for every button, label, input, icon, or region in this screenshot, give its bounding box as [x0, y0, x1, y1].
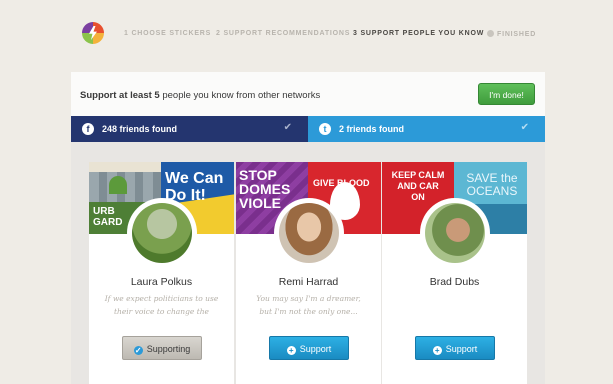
plus-icon: + [286, 346, 296, 355]
button-label: Support [445, 344, 478, 354]
avatar[interactable] [420, 198, 490, 268]
avatar-photo [425, 203, 485, 263]
twitter-icon: t [319, 123, 331, 135]
instruction-text: Support at least 5 people you know from … [80, 90, 320, 101]
done-button[interactable]: I'm done! [478, 83, 535, 105]
friend-card: URB GARD We Can Do It! Laura Polkus If w… [89, 162, 234, 384]
instruction-rest: people you know from other networks [159, 90, 321, 101]
friend-card: KEEP CALM AND CAR ON SAVE the OCEANS Bra… [382, 162, 527, 384]
main-panel: Support at least 5 people you know from … [71, 72, 545, 384]
friend-quote: You may say I'm a dreamer, but I'm not t… [256, 294, 361, 316]
avatar-photo [279, 203, 339, 263]
panel-header: Support at least 5 people you know from … [71, 72, 545, 116]
step-finished[interactable]: FINISHED [487, 30, 536, 38]
progress-steps: 1 CHOOSE STICKERS 2 SUPPORT RECOMMENDATI… [0, 30, 613, 42]
friend-card: STOP DOMES VIOLE GIVE BLOOD LIFE Remi Ha… [236, 162, 381, 384]
facebook-icon: f [82, 123, 94, 135]
friend-quote: If we expect politicians to use their vo… [104, 294, 219, 316]
step-finished-label: FINISHED [497, 31, 537, 38]
twitter-count: 2 friends found [339, 124, 404, 134]
check-circle-icon [487, 30, 494, 37]
avatar-photo [132, 203, 192, 263]
checkmark-icon: ✔ [520, 122, 529, 133]
sticker-left-text: URB GARD [93, 206, 123, 228]
sticker-left-text: KEEP CALM AND CAR ON [391, 170, 445, 202]
support-button[interactable]: + Support [415, 336, 495, 360]
sticker-right-text: We Can Do It! [165, 170, 224, 204]
sticker-right-text: SAVE the OCEANS [466, 171, 518, 198]
friend-name[interactable]: Brad Dubs [382, 276, 527, 288]
facebook-count: 248 friends found [102, 124, 178, 134]
tab-twitter[interactable]: t 2 friends found ✔ [308, 116, 545, 142]
support-button[interactable]: + Support [269, 336, 349, 360]
friend-name[interactable]: Remi Harrad [236, 276, 381, 288]
plus-icon: + [432, 346, 442, 355]
avatar[interactable] [127, 198, 197, 268]
button-label: Support [299, 344, 332, 354]
avatar[interactable] [274, 198, 344, 268]
check-icon: ✓ [133, 346, 143, 355]
step-support-recommendations[interactable]: 2 SUPPORT RECOMMENDATIONS [216, 30, 350, 37]
instruction-bold: Support at least 5 [80, 90, 160, 101]
network-tabs: f 248 friends found ✔ t 2 friends found … [71, 116, 545, 142]
tab-facebook[interactable]: f 248 friends found ✔ [71, 116, 308, 142]
step-choose-stickers[interactable]: 1 CHOOSE STICKERS [124, 30, 211, 37]
step-support-people[interactable]: 3 SUPPORT PEOPLE YOU KNOW [353, 30, 484, 37]
checkmark-icon: ✔ [283, 122, 292, 133]
supporting-button[interactable]: ✓ Supporting [122, 336, 202, 360]
friend-name[interactable]: Laura Polkus [89, 276, 234, 288]
button-label: Supporting [146, 344, 191, 354]
